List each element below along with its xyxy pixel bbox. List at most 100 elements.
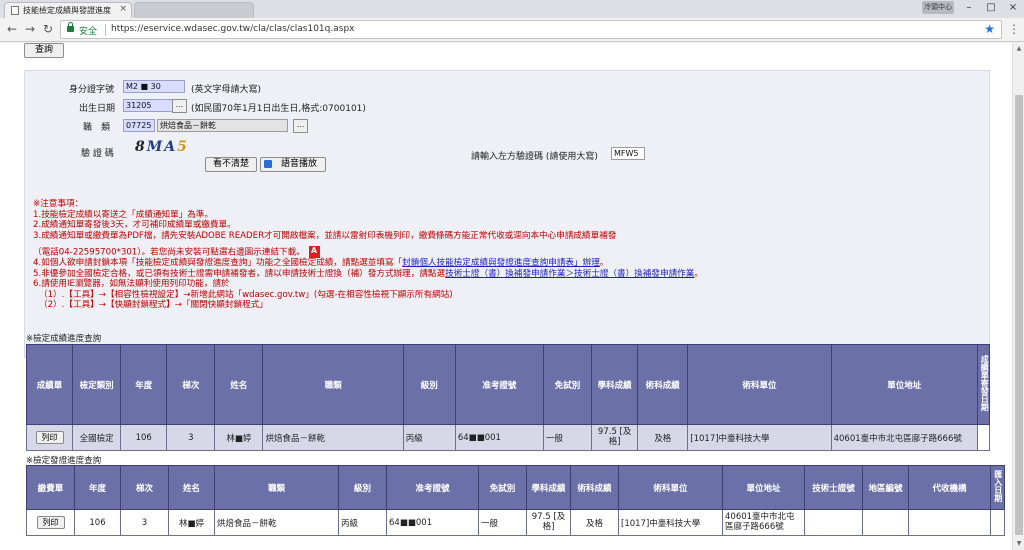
- browser-toolbar: ← → ↻ 安全 https://eservice.wdasec.gov.tw/…: [0, 18, 1024, 42]
- captcha-char: A: [164, 139, 178, 155]
- col-header: 職類: [214, 465, 339, 510]
- notice-item: 6.請使用IE瀏覽器，如無法顯利使用列印功能，請於: [33, 279, 230, 289]
- notice-item: 3.成績通知單或繳費單為PDF檔，請先安裝ADOBE READER才可開啟檔案，…: [33, 230, 617, 241]
- certificate-table: 繳費單 年度 梯次 姓名 職類 級別 准考證號 免試別 學科成績 術科成績 術科…: [26, 465, 1005, 536]
- query-form-panel: 身分證字號 M2 ■ 30 (英文字母請大寫) 出生日期 31205 ... (…: [24, 70, 990, 358]
- col-header: 匯入日期: [990, 465, 1005, 510]
- notice-item: 4.如個人欲申請封鎖本項「技能檢定成績與發證進度查詢」功能之全國檢定成績，請點選…: [33, 258, 983, 269]
- table-cell: 烘焙食品－餅乾: [214, 509, 339, 536]
- birth-date-label: 出生日期: [79, 104, 116, 114]
- captcha-input-label: 請輸入左方驗證碼 (請使用大寫): [471, 152, 598, 162]
- print-report-button[interactable]: 列印: [35, 431, 64, 444]
- certificate-header-row: 繳費單 年度 梯次 姓名 職類 級別 准考證號 免試別 學科成績 術科成績 術科…: [26, 465, 1005, 510]
- trade-picker-button[interactable]: ...: [293, 119, 308, 133]
- block-application-link[interactable]: 封鎖個人技能檢定成績與發證進度查詢申請表」辦理: [402, 258, 600, 268]
- bookmark-star-icon[interactable]: ★: [984, 22, 995, 36]
- browser-menu-icon[interactable]: ⋮: [1008, 22, 1020, 36]
- col-header: 術科單位: [687, 344, 832, 425]
- col-header: 姓名: [214, 344, 264, 425]
- vertical-scrollbar[interactable]: ▲ ▼: [1012, 43, 1024, 550]
- table-cell: 一般: [543, 424, 593, 451]
- table-cell: 106: [74, 509, 121, 536]
- table-cell: [908, 509, 991, 536]
- col-header: 術科單位: [618, 465, 723, 510]
- table-cell: [1017]中臺科技大學: [687, 424, 832, 451]
- trade-code-field[interactable]: 07725: [123, 119, 155, 132]
- col-header: 成績單: [25, 344, 74, 425]
- forward-arrow-icon[interactable]: →: [22, 21, 38, 37]
- refresh-captcha-button[interactable]: 看不清楚: [205, 157, 257, 172]
- query-button[interactable]: 查詢: [24, 43, 64, 58]
- close-window-icon[interactable]: ×: [1002, 0, 1024, 16]
- table-cell: [1017]中臺科技大學: [618, 509, 723, 536]
- col-header: 代收機構: [908, 465, 991, 510]
- scroll-down-arrow-icon[interactable]: ▼: [1015, 540, 1023, 547]
- col-header: 單位地址: [722, 465, 805, 510]
- table-cell: [804, 509, 863, 536]
- trade-label: 職 類: [83, 123, 111, 133]
- col-header: 梯次: [120, 465, 169, 510]
- address-bar[interactable]: 安全 https://eservice.wdasec.gov.tw/cla/cl…: [60, 20, 1002, 39]
- table-cell: 全國檢定: [72, 424, 122, 451]
- col-header: 梯次: [166, 344, 216, 425]
- col-header: 成績單寄發日期: [976, 344, 991, 425]
- print-cell: 列印: [25, 424, 74, 451]
- birth-date-picker-button[interactable]: ...: [172, 99, 187, 113]
- scroll-up-arrow-icon[interactable]: ▲: [1015, 45, 1023, 52]
- browser-tab-inactive[interactable]: [134, 2, 254, 18]
- results-table: 成績單 檢定類別 年度 梯次 姓名 職類 級別 准考證號 免試別 學科成績 術科…: [25, 344, 991, 451]
- audio-captcha-button[interactable]: 語音播放: [260, 157, 326, 172]
- notice-text: 5.非優參加全國檢定合格，或已領有技術士證需申請補發者，請以申請技術士證換（補）…: [33, 268, 446, 279]
- col-header: 技術士證號: [804, 465, 863, 510]
- col-header: 職類: [262, 344, 404, 425]
- notice-text: 4.如個人欲申請封鎖本項「技能檢定成績與發證進度查詢」功能之全國檢定成績，請點選…: [33, 258, 403, 268]
- table-cell: [976, 424, 991, 451]
- page-favicon-icon: [11, 6, 19, 15]
- certificate-replacement-link-2[interactable]: 技術士證（書）換補發申請作業: [574, 269, 694, 279]
- table-cell: 64■■001: [386, 509, 479, 536]
- back-arrow-icon[interactable]: ←: [4, 21, 20, 37]
- col-header: 准考證號: [454, 344, 545, 425]
- certificate-replacement-link[interactable]: 技術士證（書）換補發申請作業: [445, 269, 565, 279]
- captcha-input[interactable]: MFW5: [611, 147, 645, 160]
- reload-icon[interactable]: ↻: [40, 21, 56, 37]
- results-section-title: ※檢定成績進度查詢: [26, 334, 102, 344]
- col-header: 學科成績: [591, 344, 639, 425]
- id-hint: (英文字母請大寫): [191, 85, 262, 95]
- table-cell: [862, 509, 909, 536]
- col-header: 免試別: [543, 344, 593, 425]
- notice-list: ※注意事項： 1.技能檢定成績以寄送之「成績通知單」為準。 2.成績通知單寄發後…: [33, 199, 983, 311]
- minimize-icon[interactable]: –: [958, 0, 980, 16]
- table-cell: 及格: [637, 424, 689, 451]
- col-header: 准考證號: [386, 465, 479, 510]
- notice-text: 。: [694, 268, 703, 279]
- trade-name-field: 烘焙食品－餅乾: [157, 119, 288, 132]
- address-separator: [105, 24, 106, 36]
- scrollbar-thumb[interactable]: [1015, 95, 1023, 535]
- browser-tab-bar: 技能檢定成績與發證進度 × 冷頭中心 – □ ×: [0, 0, 1024, 18]
- table-row: 列印 106 3 林■婷 烘焙食品－餅乾 丙級 64■■001 一般 97.5 …: [26, 509, 1005, 536]
- secure-label: 安全: [79, 27, 98, 37]
- table-cell: [990, 509, 1005, 536]
- browser-profile-badge[interactable]: 冷頭中心: [922, 1, 954, 14]
- table-cell: 64■■001: [454, 424, 545, 451]
- maximize-icon[interactable]: □: [980, 0, 1002, 16]
- close-tab-icon[interactable]: ×: [119, 4, 127, 14]
- id-number-field[interactable]: M2 ■ 30: [123, 80, 185, 93]
- tab-title: 技能檢定成績與發證進度: [23, 6, 111, 15]
- table-cell: 40601臺中市北屯區廍子路666號: [722, 509, 805, 536]
- notice-heading: ※注意事項：: [33, 199, 84, 209]
- url-text[interactable]: https://eservice.wdasec.gov.tw/cla/clas/…: [111, 24, 354, 34]
- col-header: 年度: [120, 344, 168, 425]
- table-cell: 一般: [478, 509, 527, 536]
- browser-tab-active[interactable]: 技能檢定成績與發證進度 ×: [4, 2, 132, 18]
- audio-label: 語音播放: [280, 159, 317, 169]
- captcha-char: 8: [135, 139, 147, 155]
- table-cell: 97.5 [及格]: [526, 509, 571, 536]
- adobe-reader-download-icon[interactable]: [308, 246, 320, 258]
- table-cell: 106: [120, 424, 168, 451]
- notice-item: （電話04-22595700*301）。若您尚未安裝可點選右邊圖示連結下載。: [33, 246, 983, 258]
- print-payment-button[interactable]: 列印: [36, 516, 65, 529]
- col-header: 繳費單: [26, 465, 75, 510]
- col-header: 免試別: [478, 465, 527, 510]
